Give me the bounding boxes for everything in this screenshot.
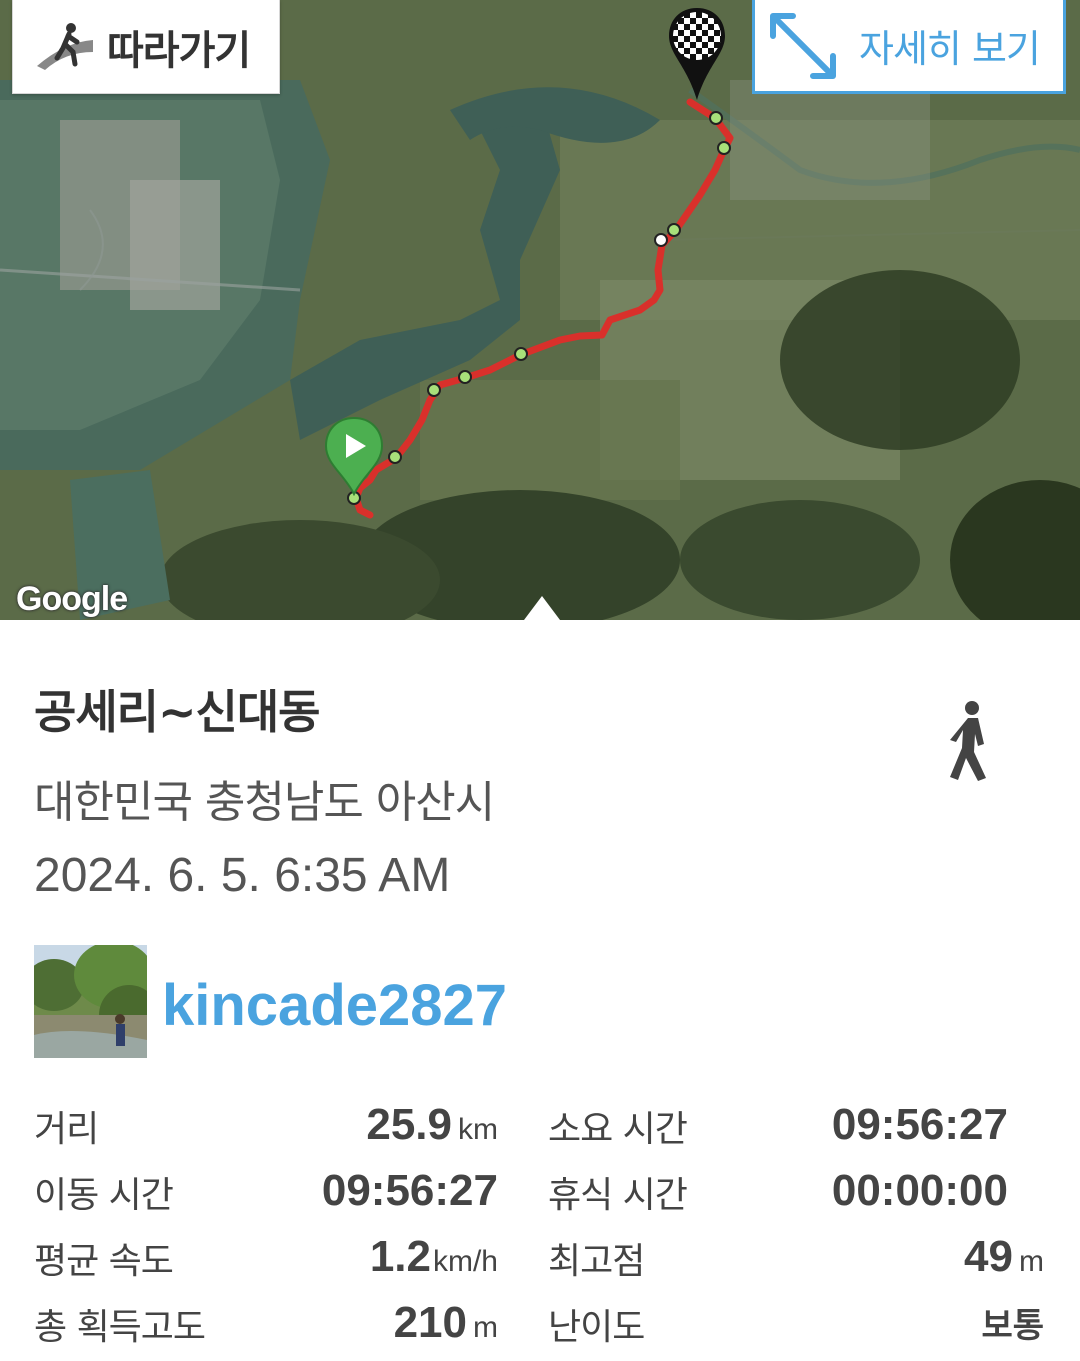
total-ascent-label: 총 획득고도 — [34, 1307, 206, 1348]
difficulty-value: 보통 — [981, 1307, 1044, 1345]
follow-button[interactable]: 따라가기 — [12, 0, 280, 94]
total-ascent-value: 210 — [393, 1298, 467, 1347]
max-elevation-value: 49 — [964, 1232, 1013, 1281]
avg-speed-label: 평균 속도 — [34, 1241, 174, 1282]
avg-speed-unit: km/h — [432, 1245, 498, 1278]
moving-time-label: 이동 시간 — [34, 1175, 174, 1216]
difficulty-label: 난이도 — [548, 1307, 645, 1348]
user-photo — [34, 945, 147, 1058]
avatar[interactable] — [34, 945, 147, 1058]
rest-time-value: 00:00:00 — [831, 1166, 1008, 1215]
rest-time-label: 휴식 시간 — [548, 1175, 688, 1216]
username-link[interactable]: kincade2827 — [162, 972, 507, 1039]
stat-row-2: 이동 시간 09:56:27 휴식 시간 00:00:00 — [34, 1166, 1044, 1226]
waypoint[interactable] — [514, 347, 528, 361]
distance-value: 25.9 — [366, 1100, 452, 1149]
max-elevation-unit: m — [1019, 1245, 1044, 1278]
waypoint[interactable] — [388, 450, 402, 464]
waypoint[interactable] — [709, 111, 723, 125]
hiker-follow-icon — [37, 22, 93, 70]
track-title: 공세리~신대동 — [34, 685, 320, 739]
track-datetime: 2024. 6. 5. 6:35 AM — [34, 849, 451, 902]
waypoint[interactable] — [654, 233, 668, 247]
stat-row-1: 거리 25.9 km 소요 시간 09:56:27 — [34, 1100, 1044, 1160]
finish-flag-icon[interactable] — [666, 6, 728, 102]
distance-label: 거리 — [34, 1109, 99, 1150]
total-ascent-unit: m — [473, 1311, 498, 1344]
max-elevation-label: 최고점 — [548, 1241, 645, 1282]
waypoint[interactable] — [717, 141, 731, 155]
detail-view-button[interactable]: 자세히 보기 — [752, 0, 1066, 94]
panel-pointer — [524, 596, 560, 620]
distance-unit: km — [458, 1113, 498, 1146]
stat-row-3: 평균 속도 1.2 km/h 최고점 49 m — [34, 1232, 1044, 1292]
track-info-panel: 공세리~신대동 대한민국 충청남도 아산시 2024. 6. 5. 6:35 A… — [0, 620, 1080, 1361]
total-time-label: 소요 시간 — [548, 1109, 688, 1150]
start-pin-icon[interactable] — [322, 416, 386, 496]
waypoint[interactable] — [427, 383, 441, 397]
follow-button-label: 따라가기 — [107, 27, 251, 74]
moving-time-value: 09:56:27 — [321, 1166, 498, 1215]
expand-arrows-icon — [770, 12, 836, 79]
detail-view-label: 자세히 보기 — [859, 27, 1041, 71]
waypoint[interactable] — [458, 370, 472, 384]
track-region: 대한민국 충청남도 아산시 — [34, 777, 495, 828]
total-time-value: 09:56:27 — [831, 1100, 1008, 1149]
google-logo: Google — [16, 580, 128, 618]
route-line — [352, 98, 734, 519]
walking-person-icon — [950, 701, 986, 781]
waypoint[interactable] — [667, 223, 681, 237]
map-view[interactable]: 따라가기 자세히 보기 Google — [0, 0, 1080, 620]
avg-speed-value: 1.2 — [369, 1232, 431, 1281]
stat-row-4: 총 획득고도 210 m 난이도 보통 — [34, 1298, 1044, 1358]
